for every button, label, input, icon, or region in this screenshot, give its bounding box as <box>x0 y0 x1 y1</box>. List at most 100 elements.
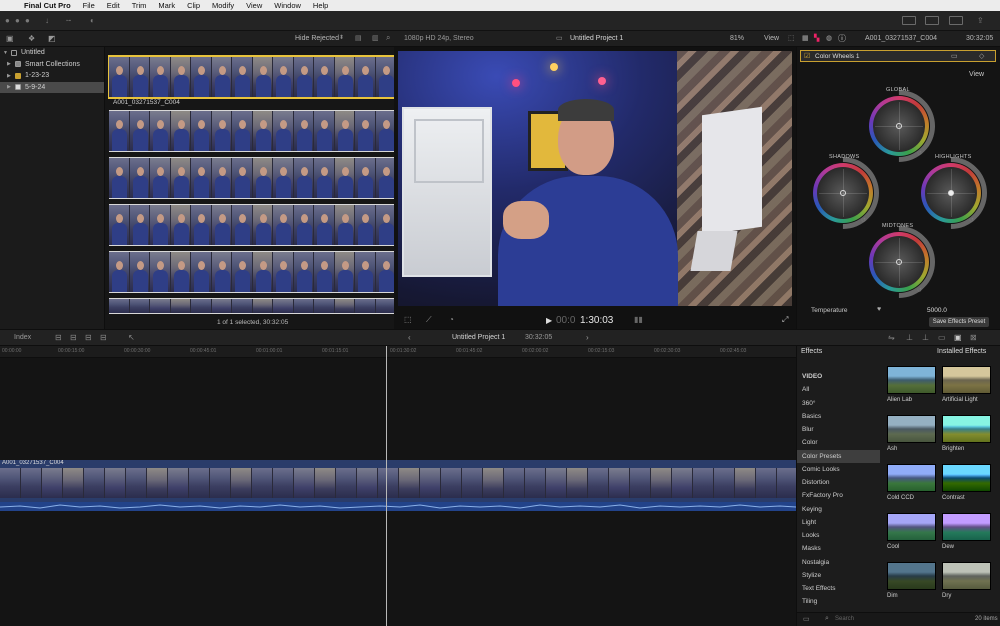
index-button[interactable]: Index <box>14 334 31 341</box>
midtones-brightness-slider[interactable] <box>848 211 950 313</box>
background-tasks-icon[interactable]: ◐ <box>90 16 95 25</box>
window-zoom-icon[interactable]: ● <box>25 16 30 25</box>
disclosure-closed-icon[interactable]: ▶ <box>7 61 15 67</box>
play-icon[interactable]: ▶ <box>546 316 552 325</box>
effects-browser-icon[interactable]: ▣ <box>954 333 962 342</box>
effects-category[interactable]: Looks <box>797 529 880 542</box>
installed-effects-dropdown[interactable]: Installed Effects <box>937 348 986 355</box>
app-menu[interactable]: Final Cut Pro <box>20 1 77 10</box>
filmstrip-row[interactable] <box>108 55 394 99</box>
effects-category[interactable]: Stylize <box>797 569 880 582</box>
effect-thumbnail[interactable] <box>942 415 991 443</box>
effect-thumbnail[interactable] <box>942 562 991 590</box>
titles-icon[interactable]: ◩ <box>48 34 56 43</box>
playhead[interactable] <box>386 346 387 626</box>
solo-icon[interactable]: ⊥ <box>922 333 929 342</box>
insert-clip-icon[interactable]: ⊟ <box>70 333 77 342</box>
menu-help[interactable]: Help <box>307 1 334 10</box>
layout-panels-icon[interactable] <box>925 16 939 25</box>
clip-appearance-icon[interactable]: ▭ <box>938 333 946 342</box>
window-minimize-icon[interactable]: ● <box>15 16 20 25</box>
temperature-value[interactable]: 5000.0 <box>927 307 947 314</box>
transitions-browser-icon[interactable]: ⊠ <box>970 333 977 342</box>
effects-category[interactable]: Basics <box>797 410 880 423</box>
filmstrip-row[interactable] <box>109 204 394 246</box>
effects-category[interactable]: Masks <box>797 542 880 555</box>
save-effects-preset-button[interactable]: Save Effects Preset <box>929 317 989 327</box>
effects-category[interactable]: All <box>797 383 880 396</box>
effects-category[interactable]: Light <box>797 516 880 529</box>
audio-meters-icon[interactable]: ▮▮ <box>634 315 643 324</box>
reset-icon[interactable]: ↺ <box>861 217 866 224</box>
filmstrip-row[interactable] <box>109 157 394 199</box>
reset-icon[interactable]: ↺ <box>969 217 974 224</box>
effect-thumbnail[interactable] <box>887 366 936 394</box>
video-frame[interactable] <box>398 51 792 306</box>
mask-icon[interactable]: ▭ <box>951 52 958 60</box>
effects-category[interactable]: Distortion <box>797 476 880 489</box>
library-event-5-9-24[interactable]: ▶ 5-9-24 <box>0 81 104 93</box>
effects-category[interactable]: Blur <box>797 423 880 436</box>
effect-thumbnail[interactable] <box>887 415 936 443</box>
viewer-view-dropdown[interactable]: View <box>764 35 779 42</box>
info-inspector-icon[interactable]: ⓘ <box>838 33 846 44</box>
effect-thumbnail[interactable] <box>942 513 991 541</box>
share-icon[interactable]: ⇪ <box>977 16 984 25</box>
disclosure-closed-icon[interactable]: ▶ <box>7 84 15 90</box>
effects-category-selected[interactable]: Color Presets <box>797 450 880 463</box>
forward-arrow-icon[interactable]: › <box>586 333 589 342</box>
effects-category[interactable]: 360° <box>797 397 880 410</box>
fullscreen-icon[interactable]: ⤢ <box>782 315 788 325</box>
menu-window[interactable]: Window <box>268 1 307 10</box>
filmstrip-row[interactable] <box>109 298 394 314</box>
effects-category[interactable]: Color <box>797 436 880 449</box>
menu-edit[interactable]: Edit <box>101 1 126 10</box>
menu-trim[interactable]: Trim <box>126 1 153 10</box>
library-icon[interactable]: ▣ <box>6 34 14 43</box>
snapping-icon[interactable]: ⊥ <box>906 333 913 342</box>
append-clip-icon[interactable]: ⊟ <box>85 333 92 342</box>
timecode-display[interactable]: 1:30:03 <box>580 315 613 326</box>
menu-clip[interactable]: Clip <box>181 1 206 10</box>
disclosure-closed-icon[interactable]: ▶ <box>7 73 15 79</box>
crop-icon[interactable]: ⬚ <box>404 315 412 324</box>
select-tool-icon[interactable]: ↖ <box>128 333 135 342</box>
effect-thumbnail[interactable] <box>887 513 936 541</box>
menu-view[interactable]: View <box>240 1 268 10</box>
sidebar-toggle-icon[interactable]: ▭ <box>803 615 810 623</box>
effects-category[interactable]: Tiling <box>797 595 880 608</box>
library-smart-collections[interactable]: ▶ Smart Collections <box>0 59 104 71</box>
effects-category[interactable]: Keying <box>797 503 880 516</box>
effects-category[interactable]: Comic Looks <box>797 463 880 476</box>
color-inspector-icon[interactable]: ▚ <box>814 34 819 42</box>
effect-thumbnail[interactable] <box>887 562 936 590</box>
disclosure-open-icon[interactable]: ▼ <box>3 50 11 56</box>
audio-inspector-icon[interactable]: ◍ <box>826 34 832 42</box>
effect-thumbnail[interactable] <box>887 464 936 492</box>
overwrite-clip-icon[interactable]: ⊟ <box>100 333 107 342</box>
menu-mark[interactable]: Mark <box>152 1 181 10</box>
key-icon[interactable]: ⊶ <box>66 18 71 24</box>
library-untitled[interactable]: ▼ Untitled <box>0 47 104 59</box>
timeline-ruler[interactable]: 00:00:00 00:00:15:00 00:00:30:00 00:00:4… <box>0 346 796 358</box>
layout-grid-icon[interactable] <box>902 16 916 25</box>
speed-icon[interactable]: ◔ <box>449 315 454 324</box>
viewer-zoom-dropdown[interactable]: 81% <box>730 35 744 42</box>
effects-category[interactable]: Nostalgia <box>797 556 880 569</box>
filmstrip-row[interactable] <box>109 251 394 293</box>
timeline-video-clip[interactable]: A001_03271537_C004 <box>0 460 796 502</box>
timeline-project-name[interactable]: Untitled Project 1 <box>452 334 505 341</box>
video-inspector-icon[interactable]: ▦ <box>802 34 809 42</box>
clip-filter-dropdown[interactable]: Hide Rejected <box>295 35 339 42</box>
color-effect-selector[interactable]: ☑ Color Wheels 1 ▭ ◇ <box>800 50 996 62</box>
reset-icon[interactable]: ↺ <box>917 150 922 157</box>
temperature-slider-icon[interactable]: ♥ <box>877 306 881 313</box>
effects-search-input[interactable]: Search <box>835 616 854 622</box>
menu-modify[interactable]: Modify <box>206 1 240 10</box>
viewer-fullscreen-icon[interactable]: ⬚ <box>788 34 795 42</box>
window-close-icon[interactable]: ● <box>5 16 10 25</box>
back-arrow-icon[interactable]: ‹ <box>408 333 411 342</box>
keyframe-icon[interactable]: ◇ <box>979 52 984 60</box>
menu-file[interactable]: File <box>77 1 101 10</box>
transform-icon[interactable]: ⟋ <box>426 315 432 325</box>
